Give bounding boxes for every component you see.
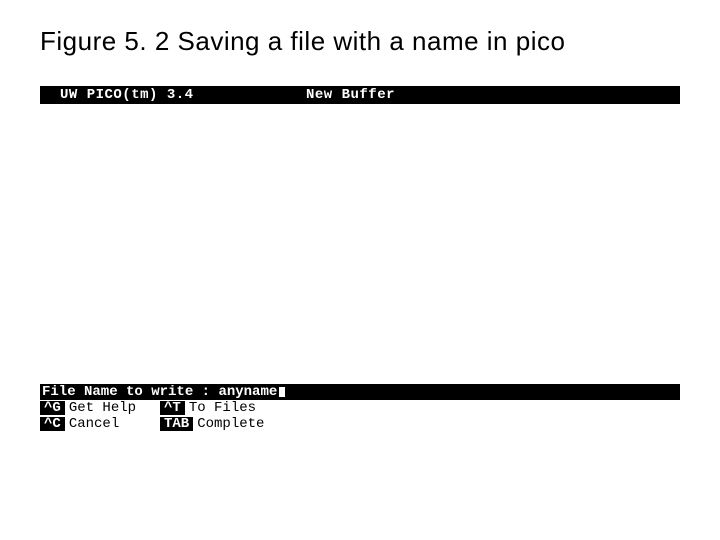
filename-input[interactable]: anyname <box>218 385 277 399</box>
shortcut-to-files[interactable]: ^T To Files <box>160 401 280 415</box>
shortcut-label: To Files <box>189 401 256 415</box>
app-name: UW PICO(tm) 3.4 <box>60 88 194 102</box>
text-cursor-icon <box>278 386 286 398</box>
shortcut-bar: ^G Get Help ^T To Files ^C Cancel TAB Co… <box>40 400 680 432</box>
shortcut-label: Complete <box>197 417 264 431</box>
shortcut-key: ^T <box>160 401 185 415</box>
shortcut-get-help[interactable]: ^G Get Help <box>40 401 160 415</box>
buffer-name: New Buffer <box>306 88 395 102</box>
page: Figure 5. 2 Saving a file with a name in… <box>0 0 720 540</box>
figure-caption: Figure 5. 2 Saving a file with a name in… <box>40 26 565 57</box>
prompt-label: File Name to write : <box>40 385 218 399</box>
shortcut-cancel[interactable]: ^C Cancel <box>40 417 160 431</box>
pico-titlebar: UW PICO(tm) 3.4 New Buffer <box>40 86 680 104</box>
shortcut-label: Get Help <box>69 401 136 415</box>
shortcut-label: Cancel <box>69 417 119 431</box>
editor-area[interactable] <box>40 104 680 384</box>
shortcut-row: ^G Get Help ^T To Files <box>40 400 680 416</box>
shortcut-key: TAB <box>160 417 193 431</box>
shortcut-complete[interactable]: TAB Complete <box>160 417 280 431</box>
pico-terminal: UW PICO(tm) 3.4 New Buffer File Name to … <box>40 86 680 434</box>
shortcut-key: ^C <box>40 417 65 431</box>
shortcut-row: ^C Cancel TAB Complete <box>40 416 680 432</box>
shortcut-key: ^G <box>40 401 65 415</box>
filename-prompt: File Name to write : anyname <box>40 384 680 400</box>
